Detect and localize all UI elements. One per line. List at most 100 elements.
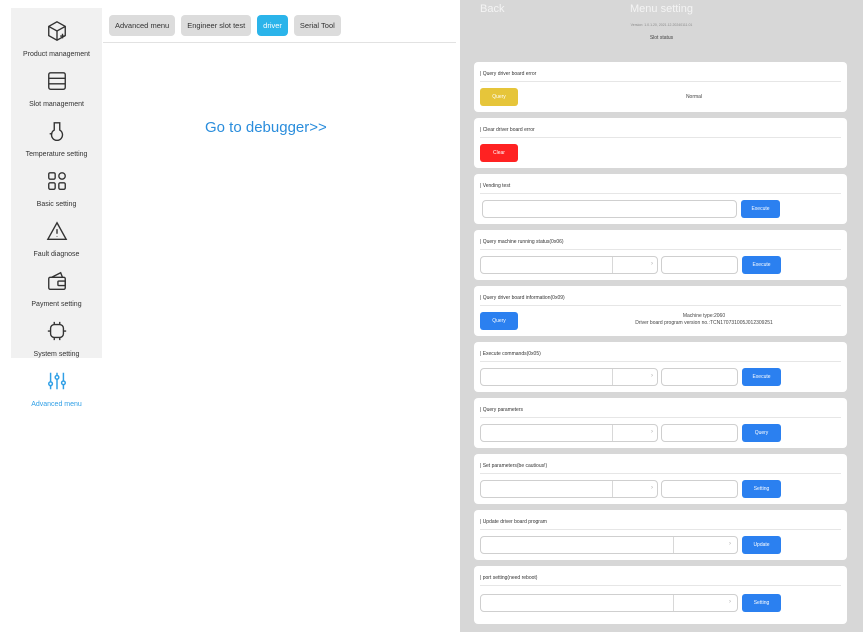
sidebar: Product management Slot management Tempe…: [11, 8, 102, 408]
select-divider: [612, 481, 613, 497]
menu-setting-panel: Back Menu setting Version: 1.0.1.20, 202…: [460, 0, 863, 632]
slot-status-label: Slot status: [649, 35, 674, 41]
select-divider: [612, 369, 613, 385]
sidebar-item-fault-diagnose[interactable]: Fault diagnose: [11, 208, 102, 258]
sliders-icon: [46, 370, 68, 401]
slot-icon: [46, 70, 68, 101]
chevron-right-icon: ›: [651, 429, 653, 435]
board-version-text: Driver board program version no.:TCN1707…: [635, 320, 773, 326]
sidebar-item-advanced-menu[interactable]: Advanced menu: [11, 358, 102, 408]
sidebar-item-label: System setting: [33, 351, 80, 358]
error-status-text: Normal: [685, 94, 703, 100]
set-parameters-input[interactable]: [661, 480, 738, 498]
card-divider: [480, 417, 841, 418]
card-title: | Set parameters(be cautious!): [480, 463, 548, 469]
chevron-right-icon: ›: [729, 541, 731, 547]
sidebar-item-payment-setting[interactable]: Payment setting: [11, 258, 102, 308]
card-query-driver-board-error: | Query driver board error Query Normal: [474, 62, 847, 112]
go-to-debugger-link[interactable]: Go to debugger>>: [205, 119, 327, 136]
card-title: | Query machine running status(0x06): [480, 239, 564, 245]
query-parameters-input[interactable]: [661, 424, 738, 442]
card-title: | Query driver board error: [480, 71, 537, 77]
card-divider: [480, 249, 841, 250]
card-clear-driver-board-error: | Clear driver board error Clear: [474, 118, 847, 168]
box-plus-icon: [46, 20, 68, 51]
wallet-icon: [46, 270, 68, 301]
vending-test-input[interactable]: [482, 200, 737, 218]
sidebar-item-label: Payment setting: [31, 301, 82, 308]
sidebar-item-label: Temperature setting: [25, 151, 88, 158]
tab-engineer-slot-test[interactable]: Engineer slot test: [181, 15, 252, 36]
panel-title: Menu setting: [630, 3, 693, 15]
update-program-button[interactable]: Update: [742, 536, 781, 554]
vending-test-execute-button[interactable]: Execute: [741, 200, 780, 218]
card-query-machine-running-status: | Query machine running status(0x06) › E…: [474, 230, 847, 280]
execute-command-input[interactable]: [661, 368, 738, 386]
sidebar-item-product-management[interactable]: Product management: [11, 8, 102, 58]
card-title: | Clear driver board error: [480, 127, 535, 133]
card-divider: [480, 529, 841, 530]
card-divider: [480, 473, 841, 474]
select-divider: [673, 595, 674, 611]
tab-advanced-menu[interactable]: Advanced menu: [109, 15, 176, 36]
card-divider: [480, 137, 841, 138]
running-status-input[interactable]: [661, 256, 738, 274]
card-title: | Update driver board program: [480, 519, 547, 525]
card-update-driver-board-program: | Update driver board program › Update: [474, 510, 847, 560]
version-text: Version: 1.0.1.20, 2021.12.20240111.01: [630, 23, 693, 27]
card-query-parameters: | Query parameters › Query: [474, 398, 847, 448]
query-parameters-select[interactable]: ›: [480, 424, 658, 442]
sidebar-item-label: Fault diagnose: [33, 251, 80, 258]
card-title: | Query driver board information(0x09): [480, 295, 565, 301]
card-title: | Query parameters: [480, 407, 523, 413]
card-query-driver-board-information: | Query driver board information(0x09) Q…: [474, 286, 847, 336]
card-execute-commands: | Execute commands(0x05) › Execute: [474, 342, 847, 392]
select-divider: [612, 257, 613, 273]
tab-serial-tool[interactable]: Serial Tool: [293, 15, 341, 36]
chevron-right-icon: ›: [651, 373, 653, 379]
card-port-setting: | port setting(need reboot) › Setting: [474, 566, 847, 624]
query-info-button[interactable]: Query: [480, 312, 518, 330]
tab-driver[interactable]: driver: [257, 15, 288, 36]
port-setting-button[interactable]: Setting: [742, 594, 781, 612]
tab-bar: Advanced menu Engineer slot test driver …: [109, 15, 341, 36]
card-divider: [480, 361, 841, 362]
card-title: | Execute commands(0x05): [480, 351, 541, 357]
grid-icon: [46, 170, 68, 201]
tab-divider: [103, 42, 456, 43]
machine-type-text: Machine type:2060: [682, 313, 726, 319]
query-error-button[interactable]: Query: [480, 88, 518, 106]
update-program-select[interactable]: ›: [480, 536, 738, 554]
select-divider: [612, 425, 613, 441]
chevron-right-icon: ›: [729, 599, 731, 605]
execute-command-button[interactable]: Execute: [742, 368, 781, 386]
card-vending-test: | Vending test Execute: [474, 174, 847, 224]
card-divider: [480, 585, 841, 586]
chevron-right-icon: ›: [651, 485, 653, 491]
sidebar-item-temperature-setting[interactable]: Temperature setting: [11, 108, 102, 158]
running-status-select[interactable]: ›: [480, 256, 658, 274]
query-parameters-button[interactable]: Query: [742, 424, 781, 442]
card-divider: [480, 81, 841, 82]
temperature-icon: [46, 120, 68, 151]
execute-command-select[interactable]: ›: [480, 368, 658, 386]
sidebar-item-label: Product management: [23, 51, 90, 58]
sidebar-item-basic-setting[interactable]: Basic setting: [11, 158, 102, 208]
warning-icon: [46, 220, 68, 251]
clear-error-button[interactable]: Clear: [480, 144, 518, 162]
app-root: Product management Slot management Tempe…: [0, 0, 863, 632]
port-setting-select[interactable]: ›: [480, 594, 738, 612]
set-parameters-select[interactable]: ›: [480, 480, 658, 498]
system-icon: [46, 320, 68, 351]
sidebar-item-label: Slot management: [29, 101, 84, 108]
select-divider: [673, 537, 674, 553]
panel-header: Back Menu setting Version: 1.0.1.20, 202…: [460, 0, 863, 54]
sidebar-item-slot-management[interactable]: Slot management: [11, 58, 102, 108]
sidebar-item-label: Advanced menu: [31, 401, 82, 408]
card-divider: [480, 305, 841, 306]
running-status-execute-button[interactable]: Execute: [742, 256, 781, 274]
card-title: | Vending test: [480, 183, 511, 189]
sidebar-item-system-setting[interactable]: System setting: [11, 308, 102, 358]
set-parameters-button[interactable]: Setting: [742, 480, 781, 498]
sidebar-item-label: Basic setting: [36, 201, 77, 208]
